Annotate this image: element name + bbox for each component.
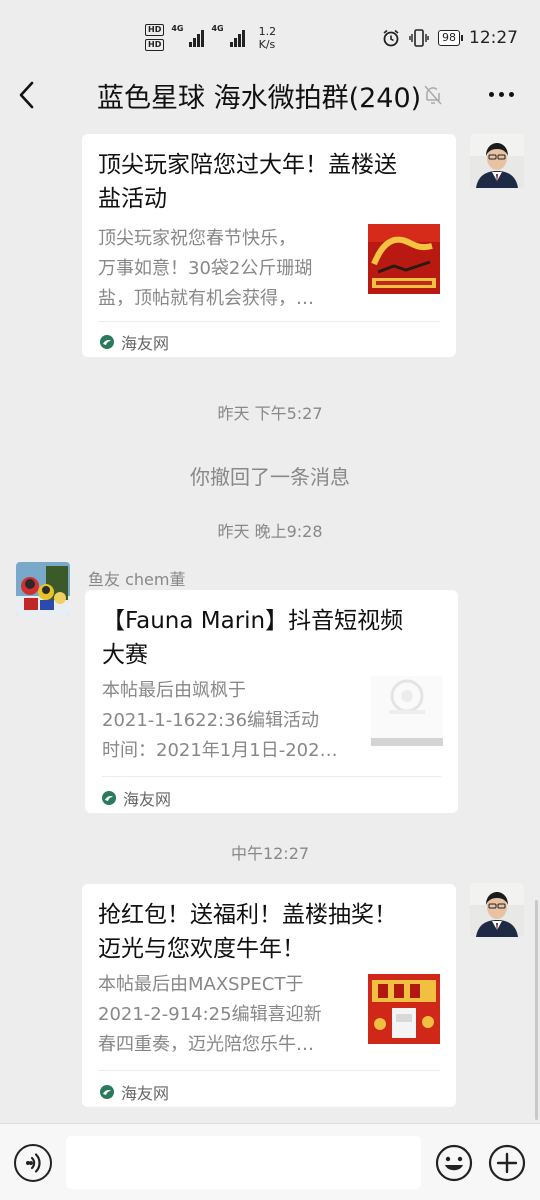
network-type-1: 4G [171, 24, 184, 33]
card-divider [102, 776, 441, 777]
clock: 12:27 [469, 28, 518, 48]
source-logo-icon [100, 1085, 114, 1099]
card-source: 海友网 [100, 330, 169, 354]
plus-icon[interactable] [488, 1144, 526, 1182]
card-thumbnail [371, 676, 443, 746]
link-card-2[interactable]: 【Fauna Marin】抖音短视频 大赛 本帖最后由飒枫于 2021-1-16… [85, 590, 458, 813]
card-description: 本帖最后由MAXSPECT于 2021-2-914:25编辑喜迎新 春四重奏，迈… [98, 974, 322, 1055]
card-thumbnail [368, 974, 440, 1044]
chat-header: 蓝色星球 海水微拍群(240) [0, 62, 540, 128]
card-title: 抢红包！送福利！盖楼抽奖！ 迈光与您欢度牛年！ [98, 902, 397, 962]
avatar-other[interactable] [16, 562, 70, 616]
input-bar [0, 1123, 540, 1200]
source-logo-icon [100, 335, 114, 349]
timestamp: 中午12:27 [230, 844, 310, 863]
emoji-icon[interactable] [435, 1144, 473, 1182]
card-thumbnail [368, 224, 440, 294]
source-logo-icon [102, 791, 116, 805]
signal-icon [189, 29, 205, 47]
link-card-3[interactable]: 抢红包！送福利！盖楼抽奖！ 迈光与您欢度牛年！ 本帖最后由MAXSPECT于 2… [82, 884, 456, 1107]
avatar-self[interactable] [470, 883, 524, 937]
recall-notice: 你撤回了一条消息 [190, 465, 350, 489]
hd-badge-1: HD [145, 24, 165, 36]
chat-title: 蓝色星球 海水微拍群(240) [97, 83, 422, 114]
timestamp: 昨天 晚上9:28 [217, 522, 323, 541]
network-speed: 1.2 K/s [258, 24, 277, 51]
hd-badge-2: HD [145, 39, 165, 51]
card-divider [98, 321, 440, 322]
battery-indicator: 98 [438, 30, 463, 46]
card-title: 【Fauna Marin】抖音短视频 大赛 [102, 608, 404, 668]
card-divider [98, 1070, 440, 1071]
more-dots-icon[interactable] [489, 92, 514, 97]
voice-icon[interactable] [14, 1144, 52, 1182]
signal-icon-2 [229, 29, 245, 47]
card-title: 顶尖玩家陪您过大年！盖楼送 盐活动 [98, 152, 397, 212]
sender-name: 鱼友 chem董 [88, 570, 186, 589]
vibrate-icon [409, 29, 429, 47]
avatar-self[interactable] [470, 134, 524, 188]
card-description: 本帖最后由飒枫于 2021-1-1622:36编辑活动 时间：2021年1月1日… [102, 680, 338, 761]
scrollbar[interactable] [535, 900, 538, 1120]
card-source: 海友网 [100, 1080, 169, 1104]
message-input[interactable] [66, 1136, 421, 1189]
network-type-2: 4G [211, 24, 224, 33]
bell-muted-icon [424, 85, 442, 105]
network-indicators: HD HD 4G 4G 1.2 K/s [145, 24, 276, 51]
card-source: 海友网 [102, 786, 171, 810]
alarm-icon [383, 29, 399, 47]
link-card-1[interactable]: 顶尖玩家陪您过大年！盖楼送 盐活动 顶尖玩家祝您春节快乐， 万事如意！30袋2公… [82, 134, 456, 357]
chevron-left-icon[interactable] [16, 80, 38, 110]
timestamp: 昨天 下午5:27 [217, 404, 323, 423]
card-description: 顶尖玩家祝您春节快乐， 万事如意！30袋2公斤珊瑚 盐，顶帖就有机会获得，… [98, 228, 314, 309]
